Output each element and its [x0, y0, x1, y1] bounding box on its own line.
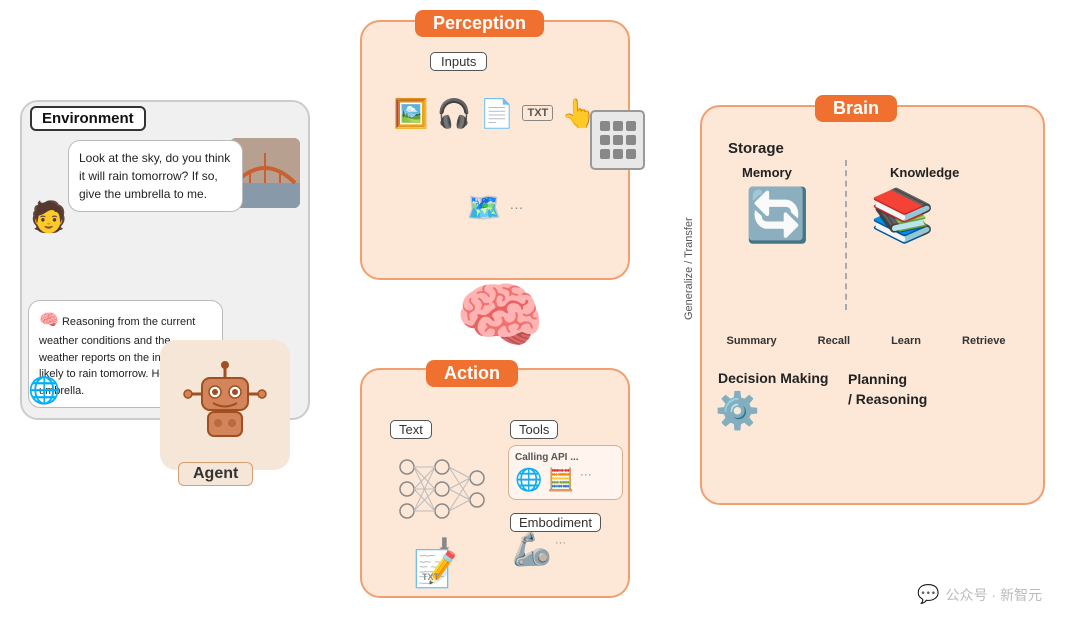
tools-dots: ··· [580, 467, 592, 493]
tools-icons: 🌐 🧮 ··· [515, 467, 616, 493]
environment-label: Environment [30, 106, 146, 131]
globe-tool-icon: 🌐 [515, 467, 542, 493]
retrieve-label: Retrieve [962, 335, 1005, 347]
summary-label: Summary [727, 335, 777, 347]
brain-sub-row: Summary Recall Learn Retrieve [706, 335, 1026, 347]
robot-arm-icon: 🦾 [512, 530, 552, 568]
image-icon: 🖼️ [394, 97, 429, 130]
calc-tool-icon: 🧮 [547, 467, 574, 493]
person-icon: 🧑 [30, 200, 67, 235]
main-container: Environment 🧑 Look at the sky, do you th… [0, 0, 1072, 630]
inputs-label: Inputs [430, 52, 487, 71]
learn-label: Learn [891, 335, 921, 347]
brain-label: Brain [815, 95, 897, 122]
knowledge-label: Knowledge [890, 165, 959, 180]
txt-badge: TXT [522, 105, 553, 121]
agent-label-text: Agent [178, 462, 253, 486]
globe-icon: 🌐 [28, 375, 60, 406]
circuit-icon: ⚙️ [715, 390, 760, 432]
memory-label: Memory [742, 165, 792, 180]
txt-label-small: TXT [422, 572, 439, 582]
planning-label: Planning/ Reasoning [848, 370, 927, 409]
watermark-text: 公众号 · 新智元 [946, 585, 1042, 605]
dots-icon: ··· [509, 199, 523, 215]
audio-icon: 🎧 [437, 97, 472, 130]
action-label: Action [426, 360, 518, 387]
recall-label: Recall [818, 335, 850, 347]
txt-document-icon: 📝 [413, 548, 458, 590]
action-text-label: Text [390, 420, 432, 439]
watermark: 💬 公众号 · 新智元 [917, 584, 1042, 605]
action-tools-label: Tools [510, 420, 558, 439]
tools-box: Calling API ... 🌐 🧮 ··· [508, 445, 623, 500]
knowledge-icon: 📚 [870, 185, 935, 246]
perception-label: Perception [415, 10, 544, 37]
calling-api-label: Calling API ... [515, 452, 616, 463]
map-icon: 🗺️ [467, 191, 502, 224]
agent-box [160, 340, 290, 470]
generalize-label: Generalize / Transfer [683, 200, 695, 320]
wechat-icon: 💬 [917, 584, 939, 605]
memory-icon: 🔄 [745, 185, 810, 246]
user-speech-bubble: Look at the sky, do you think it will ra… [68, 140, 243, 212]
brain-icon: 🧠 [455, 280, 545, 352]
storage-label: Storage [728, 140, 784, 157]
user-speech-text: Look at the sky, do you think it will ra… [79, 151, 230, 201]
embodiment-dots: ··· [555, 537, 566, 549]
inputs-area: 🖼️ 🎧 📄 TXT 👆 🗺️ ··· [380, 70, 610, 250]
brain-divider [845, 160, 847, 310]
neural-network [392, 447, 492, 537]
decision-label: Decision Making [718, 370, 828, 386]
doc-icon: 📄 [480, 97, 515, 130]
encoder-block [590, 110, 645, 170]
